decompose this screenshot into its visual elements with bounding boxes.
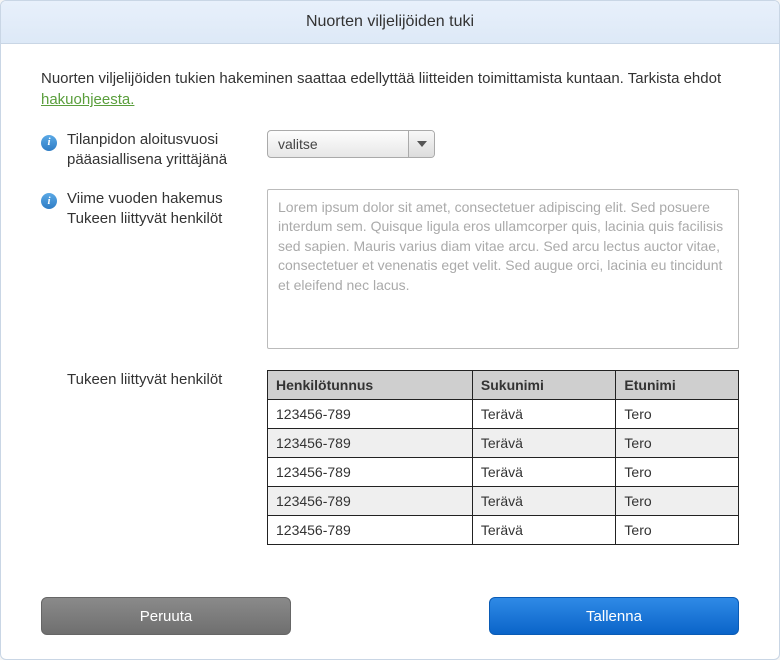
col-lastname: Sukunimi	[472, 370, 616, 399]
cell-ssn: 123456-789	[268, 486, 473, 515]
cell-lastname: Terävä	[472, 399, 616, 428]
info-icon[interactable]: i	[41, 135, 57, 151]
info-icon[interactable]: i	[41, 193, 57, 209]
intro-text: Nuorten viljelijöiden tukien hakeminen s…	[41, 68, 739, 110]
save-button[interactable]: Tallenna	[489, 597, 739, 635]
cell-lastname: Terävä	[472, 486, 616, 515]
cell-lastname: Terävä	[472, 428, 616, 457]
dialog-body: Nuorten viljelijöiden tukien hakeminen s…	[1, 44, 779, 579]
table-row: 123456-789TeräväTero	[268, 428, 739, 457]
cell-firstname: Tero	[616, 515, 739, 544]
table-header-row: Henkilötunnus Sukunimi Etunimi	[268, 370, 739, 399]
table-row: 123456-789TeräväTero	[268, 515, 739, 544]
persons-label: Tukeen liittyvät henkilöt	[67, 370, 267, 390]
last-year-textarea[interactable]	[267, 189, 739, 349]
cell-lastname: Terävä	[472, 515, 616, 544]
dialog-title: Nuorten viljelijöiden tuki	[1, 1, 779, 44]
cell-ssn: 123456-789	[268, 457, 473, 486]
start-year-select[interactable]: valitse	[267, 130, 435, 158]
cell-ssn: 123456-789	[268, 428, 473, 457]
cell-firstname: Tero	[616, 399, 739, 428]
row-persons: Tukeen liittyvät henkilöt Henkilötunnus …	[41, 370, 739, 545]
cell-firstname: Tero	[616, 457, 739, 486]
cell-firstname: Tero	[616, 428, 739, 457]
dialog: Nuorten viljelijöiden tuki Nuorten vilje…	[0, 0, 780, 660]
persons-table: Henkilötunnus Sukunimi Etunimi 123456-78…	[267, 370, 739, 545]
cell-ssn: 123456-789	[268, 399, 473, 428]
row-start-year: i Tilanpidon aloitusvuosi pääasiallisena…	[41, 130, 739, 171]
table-row: 123456-789TeräväTero	[268, 457, 739, 486]
table-row: 123456-789TeräväTero	[268, 486, 739, 515]
cancel-button[interactable]: Peruuta	[41, 597, 291, 635]
col-firstname: Etunimi	[616, 370, 739, 399]
cell-ssn: 123456-789	[268, 515, 473, 544]
col-ssn: Henkilötunnus	[268, 370, 473, 399]
table-row: 123456-789TeräväTero	[268, 399, 739, 428]
row-last-year: i Viime vuoden hakemus Tukeen liittyvät …	[41, 189, 739, 352]
start-year-label: Tilanpidon aloitusvuosi pääasiallisena y…	[67, 130, 267, 171]
chevron-down-icon	[408, 131, 434, 157]
last-year-label-line1: Viime vuoden hakemus	[67, 189, 259, 209]
dialog-footer: Peruuta Tallenna	[1, 579, 779, 659]
last-year-label-line2: Tukeen liittyvät henkilöt	[67, 209, 259, 229]
cell-lastname: Terävä	[472, 457, 616, 486]
intro-text-before: Nuorten viljelijöiden tukien hakeminen s…	[41, 70, 721, 87]
start-year-selected: valitse	[268, 131, 408, 157]
guide-link[interactable]: hakuohjeesta.	[41, 91, 134, 108]
last-year-label: Viime vuoden hakemus Tukeen liittyvät he…	[67, 189, 267, 230]
cell-firstname: Tero	[616, 486, 739, 515]
